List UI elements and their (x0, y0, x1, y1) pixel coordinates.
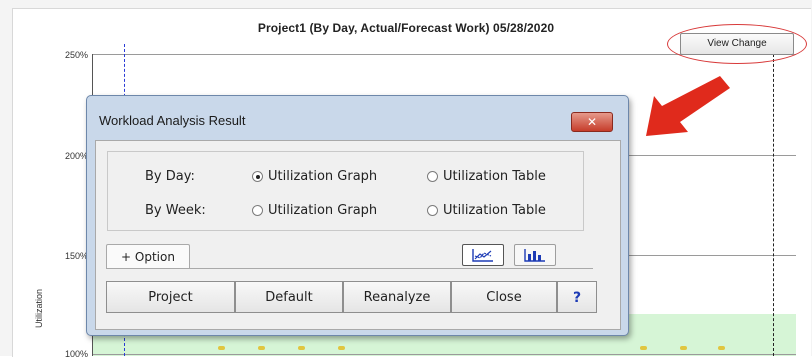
close-icon[interactable]: ✕ (571, 112, 613, 132)
option-tab[interactable]: + Option (106, 244, 190, 268)
annotation-arrow-icon (646, 76, 730, 136)
y-axis-label: Utilization (34, 288, 44, 328)
workload-analysis-dialog: Workload Analysis Result ✕ By Day: Utili… (86, 95, 629, 336)
by-day-utilization-table-radio[interactable]: Utilization Table (427, 169, 546, 184)
dialog-title: Workload Analysis Result (99, 113, 246, 128)
radio-unchecked-icon (252, 205, 263, 216)
tab-divider (106, 268, 593, 269)
help-button[interactable]: ? (557, 281, 597, 313)
line-chart-icon (472, 249, 493, 262)
reanalyze-button[interactable]: Reanalyze (343, 281, 451, 313)
project-button[interactable]: Project (106, 281, 235, 313)
radio-unchecked-icon (427, 205, 438, 216)
view-mode-group: By Day: Utilization Graph Utilization Ta… (107, 151, 584, 231)
radio-label: Utilization Table (443, 169, 546, 184)
radio-label: Utilization Graph (268, 203, 378, 218)
ytick-250: 250% (64, 50, 88, 60)
annotation-ellipse (667, 24, 807, 64)
by-week-utilization-graph-radio[interactable]: Utilization Graph (252, 203, 377, 218)
close-button[interactable]: Close (451, 281, 557, 313)
series-marker (218, 346, 225, 350)
default-button[interactable]: Default (235, 281, 343, 313)
series-marker (640, 346, 647, 350)
by-week-label: By Week: (145, 203, 206, 218)
line-chart-view-button[interactable] (462, 244, 504, 266)
series-marker (298, 346, 305, 350)
action-button-row: Project Default Reanalyze Close ? (106, 281, 597, 313)
radio-unchecked-icon (427, 171, 438, 182)
by-week-utilization-table-radio[interactable]: Utilization Table (427, 203, 546, 218)
end-date-marker (773, 44, 774, 356)
bar-chart-icon (524, 249, 545, 262)
ytick-200: 200% (64, 151, 88, 161)
by-day-label: By Day: (145, 169, 195, 184)
series-marker (718, 346, 725, 350)
by-day-utilization-graph-radio[interactable]: Utilization Graph (252, 169, 377, 184)
radio-checked-icon (252, 171, 263, 182)
dialog-body: By Day: Utilization Graph Utilization Ta… (95, 140, 621, 330)
series-marker (680, 346, 687, 350)
series-marker (338, 346, 345, 350)
radio-label: Utilization Table (443, 203, 546, 218)
series-markers (0, 346, 812, 356)
radio-label: Utilization Graph (268, 169, 378, 184)
series-marker (258, 346, 265, 350)
ytick-150: 150% (64, 251, 88, 261)
bar-chart-view-button[interactable] (514, 244, 556, 266)
app-canvas: Project1 (By Day, Actual/Forecast Work) … (0, 0, 812, 359)
